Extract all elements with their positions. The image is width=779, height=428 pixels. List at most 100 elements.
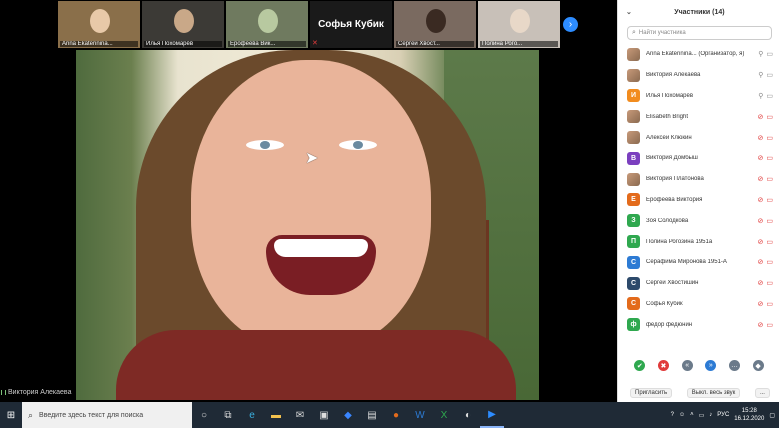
participant-name: Виктория Алекаева: [646, 72, 701, 79]
participant-row[interactable]: Anna Ekaterinina... (Организатор, я) ⚲ ▭: [618, 44, 779, 65]
invite-button[interactable]: Пригласить: [630, 388, 673, 398]
mic-muted-icon: ⊘: [757, 134, 764, 142]
powerpoint-icon[interactable]: ●: [384, 402, 408, 428]
mic-muted-icon: ⊘: [757, 113, 764, 121]
mic-icon: ⚲: [758, 92, 764, 100]
no-icon[interactable]: ✖: [657, 360, 669, 371]
mouse-cursor-icon: ➤: [305, 150, 319, 167]
yes-icon[interactable]: ✔: [634, 360, 646, 371]
participant-thumbnail[interactable]: Софья Кубик ✕: [310, 1, 392, 48]
next-page-button[interactable]: ›: [563, 17, 578, 32]
mail-icon[interactable]: ✉: [288, 402, 312, 428]
task-view-icon[interactable]: ⧉: [216, 402, 240, 428]
participant-name: Ерофеева Виктория: [646, 196, 703, 203]
participant-row[interactable]: ф федор федюнин ⊘ ▭: [618, 314, 779, 335]
participant-name: Elisabeth Bright: [646, 113, 689, 120]
avatar: [627, 68, 640, 82]
participant-thumbnail[interactable]: Илья Похомарёв: [142, 1, 224, 48]
participant-name: Сергей Хвостишин: [646, 280, 699, 287]
thumbnail-caption: Anna Ekaterinina...: [60, 41, 138, 47]
people-icon[interactable]: ☺: [679, 412, 685, 418]
help-icon[interactable]: ?: [671, 412, 674, 418]
camera-off-icon: ▭: [766, 113, 773, 121]
notifications-icon[interactable]: ▢: [769, 412, 775, 419]
camera-icon: ▭: [766, 72, 773, 80]
camera-off-icon: ▭: [766, 155, 773, 163]
excel-icon[interactable]: X: [432, 402, 456, 428]
participant-row[interactable]: З Зоя Солодкова ⊘ ▭: [618, 210, 779, 231]
clock[interactable]: 15:28 16.12.2020: [734, 407, 764, 423]
participant-row[interactable]: Elisabeth Bright ⊘ ▭: [618, 106, 779, 127]
avatar: [627, 110, 640, 124]
participant-thumbnail[interactable]: Сергей Хвост...: [394, 1, 476, 48]
mic-muted-icon: ⊘: [757, 259, 764, 267]
network-icon[interactable]: ▭: [699, 412, 705, 419]
chevron-down-icon[interactable]: ⌄: [626, 8, 632, 16]
panel-header: ⌄ Участники (14): [618, 0, 779, 24]
more-reactions-icon[interactable]: …: [728, 360, 740, 371]
camera-off-icon: ▭: [766, 300, 773, 308]
thumbnail-name: Софья Кубик: [318, 19, 384, 30]
camera-off-icon: ▭: [766, 217, 773, 225]
avatar: ф: [627, 318, 640, 332]
speaker-name-label: Виктория Алекаева: [1, 389, 71, 396]
participant-name: Виктория Платонова: [646, 176, 704, 183]
edge-icon[interactable]: e: [240, 402, 264, 428]
participant-row[interactable]: И Илья Похомарёв ⚲ ▭: [618, 86, 779, 107]
participant-row[interactable]: В Виктория Домбыш ⊘ ▭: [618, 148, 779, 169]
participant-name: федор федюнин: [646, 321, 693, 328]
chevron-up-icon[interactable]: ˄: [690, 412, 694, 418]
file-explorer-icon[interactable]: ▬: [264, 402, 288, 428]
participant-name: Софья Кубик: [646, 300, 683, 307]
system-tray: ? ☺ ˄ ▭ ♪ РУС 15:28 16.12.2020 ▢: [671, 407, 779, 423]
participant-name: Зоя Солодкова: [646, 217, 689, 224]
camera-off-icon: ▭: [766, 280, 773, 288]
app2-icon[interactable]: ◐: [456, 402, 480, 428]
avatar: Е: [627, 193, 640, 207]
volume-icon[interactable]: ♪: [709, 412, 712, 418]
participant-thumbnail[interactable]: Anna Ekaterinina...: [58, 1, 140, 48]
avatar: [627, 172, 640, 186]
participant-row[interactable]: Е Ерофеева Виктория ⊘ ▭: [618, 190, 779, 211]
more-button[interactable]: ...: [754, 388, 770, 398]
participant-row[interactable]: Виктория Платонова ⊘ ▭: [618, 169, 779, 190]
word-icon[interactable]: W: [408, 402, 432, 428]
avatar: С: [627, 297, 640, 311]
language-indicator[interactable]: РУС: [717, 412, 729, 418]
avatar: С: [627, 276, 640, 290]
camera-icon: ▭: [766, 51, 773, 59]
mic-muted-icon: ⊘: [757, 238, 764, 246]
go-faster-icon[interactable]: »: [705, 360, 717, 371]
avatar: В: [627, 151, 640, 165]
participant-search-input[interactable]: ⌕ Найти участника: [627, 26, 772, 40]
participant-row[interactable]: С Софья Кубик ⊘ ▭: [618, 294, 779, 315]
cortana-icon[interactable]: ○: [192, 402, 216, 428]
thumbnail-caption: Ерофеева Вик...: [228, 41, 306, 47]
zoom-icon[interactable]: ▶: [480, 402, 504, 428]
participant-row[interactable]: Виктория Алекаева ⚲ ▭: [618, 65, 779, 86]
camera-icon: ▭: [766, 92, 773, 100]
dropbox-icon[interactable]: ◆: [336, 402, 360, 428]
participant-name: Серафима Миронова 1951-А: [646, 259, 727, 266]
mute-all-button[interactable]: Выкл. весь звук: [686, 388, 741, 398]
mic-icon: ⚲: [758, 72, 764, 80]
camera-off-icon: ▭: [766, 134, 773, 142]
participant-row[interactable]: П Полина Рогозина 1951а ⊘ ▭: [618, 231, 779, 252]
taskbar-search-input[interactable]: ⌕ Введите здесь текст для поиска: [22, 402, 192, 428]
participant-row[interactable]: С Серафима Миронова 1951-А ⊘ ▭: [618, 252, 779, 273]
store-icon[interactable]: ▣: [312, 402, 336, 428]
windows-start-icon[interactable]: ⊞: [0, 402, 22, 428]
avatar: П: [627, 235, 640, 249]
signal-icon: [1, 390, 6, 395]
mic-muted-icon: ⊘: [757, 280, 764, 288]
clear-icon[interactable]: ◆: [752, 360, 764, 371]
participant-thumbnail[interactable]: Полина Рого...: [478, 1, 560, 48]
participant-thumbnail[interactable]: Ерофеева Вик...: [226, 1, 308, 48]
go-slower-icon[interactable]: «: [681, 360, 693, 371]
mic-icon: ⚲: [758, 51, 764, 59]
participant-row[interactable]: Алексей Клюкин ⊘ ▭: [618, 127, 779, 148]
participant-row[interactable]: С Сергей Хвостишин ⊘ ▭: [618, 273, 779, 294]
active-speaker-video: [76, 50, 539, 400]
avatar: [627, 47, 640, 61]
app-icon[interactable]: ▤: [360, 402, 384, 428]
